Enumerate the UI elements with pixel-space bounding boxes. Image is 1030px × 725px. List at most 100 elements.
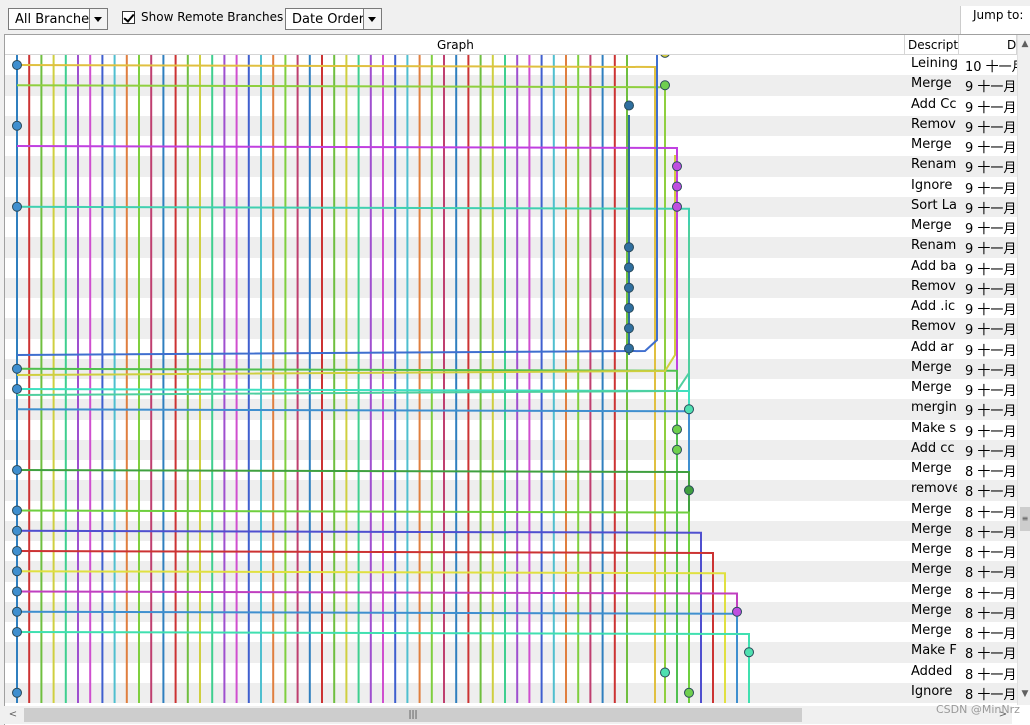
commit-node[interactable] — [12, 505, 22, 516]
commit-node[interactable] — [624, 303, 634, 313]
column-header-date-label: D — [1007, 38, 1017, 52]
commit-description: Merge — [911, 501, 952, 517]
commit-node[interactable] — [660, 55, 670, 58]
commit-date: 9 十一月 — [965, 384, 1017, 399]
commit-node[interactable] — [12, 525, 22, 536]
commit-node[interactable] — [624, 242, 634, 253]
scroll-left-icon[interactable]: < — [6, 708, 20, 722]
horizontal-scrollbar[interactable]: < ||| > — [4, 706, 1012, 724]
commit-date: 8 十一月 — [965, 667, 1017, 683]
branch-select[interactable]: All Branches — [8, 8, 108, 30]
commit-description: Make F — [911, 643, 957, 659]
chevron-down-icon[interactable] — [363, 9, 381, 29]
commit-node[interactable] — [684, 687, 694, 698]
commit-node[interactable] — [12, 586, 22, 597]
scroll-thumb-horizontal[interactable]: ||| — [24, 708, 802, 722]
commit-description: Ignore — [911, 683, 953, 699]
commit-node[interactable] — [624, 262, 634, 273]
commit-date: 9 十一月 — [965, 424, 1017, 440]
commit-node[interactable] — [672, 181, 682, 192]
commit-date: 9 十一月 — [965, 262, 1017, 278]
commit-date: 9 十一月 — [965, 222, 1017, 237]
commit-node[interactable] — [624, 282, 634, 293]
column-header-date[interactable]: D — [959, 35, 1017, 55]
commit-date: 8 十一月 — [965, 546, 1017, 561]
commit-node[interactable] — [624, 323, 634, 334]
show-remote-checkbox[interactable] — [122, 11, 135, 24]
commit-date: 9 十一月 — [965, 404, 1017, 420]
commit-node[interactable] — [12, 687, 22, 698]
commit-description: remove — [911, 481, 957, 497]
commit-node[interactable] — [12, 465, 22, 475]
commit-description: Renam — [911, 238, 957, 254]
commit-node[interactable] — [12, 627, 22, 637]
scroll-thumb[interactable]: ≡ — [1020, 507, 1030, 531]
commit-node[interactable] — [12, 546, 22, 556]
commit-node[interactable] — [672, 444, 682, 455]
commit-date: 8 十一月 — [965, 505, 1017, 521]
jump-to-label: Jump to: — [973, 8, 1024, 22]
commit-description: Merge — [911, 582, 952, 598]
order-select[interactable]: Date Order — [285, 8, 382, 30]
branch-select-value: All Branches — [15, 12, 96, 27]
commit-date: 8 十一月 — [965, 465, 1017, 480]
commit-date: 9 十一月 — [965, 201, 1017, 217]
commit-node[interactable] — [624, 100, 634, 111]
commit-description: Add cc — [911, 440, 955, 456]
commit-node[interactable] — [12, 120, 22, 131]
commit-description: Add ar — [911, 339, 954, 355]
commit-date: 9 十一月 — [965, 444, 1017, 460]
commit-node[interactable] — [660, 80, 670, 91]
commit-date: 8 十一月 — [965, 566, 1017, 582]
commit-date: 9 十一月 — [965, 363, 1017, 379]
commit-date: 8 十一月 — [965, 606, 1017, 622]
scroll-up-icon[interactable]: ▲ — [1018, 37, 1030, 51]
commit-description: Merge — [911, 359, 952, 375]
commit-node[interactable] — [12, 363, 22, 374]
commit-node[interactable] — [732, 606, 742, 617]
commit-node[interactable] — [12, 566, 22, 577]
commit-date: 9 十一月 — [965, 141, 1017, 156]
commit-description: Merge — [911, 76, 952, 92]
commit-description: Merge — [911, 521, 952, 537]
scroll-down-icon[interactable]: ▼ — [1018, 687, 1030, 701]
commit-date: 8 十一月 — [965, 485, 1017, 501]
commit-node[interactable] — [12, 606, 22, 617]
commit-description: Merge — [911, 461, 952, 476]
commit-description: Renam — [911, 157, 957, 173]
commit-node[interactable] — [12, 384, 22, 394]
merge-line — [16, 205, 690, 703]
commit-graph — [12, 55, 754, 703]
commit-description: Make s — [911, 420, 957, 436]
merge-line — [16, 64, 656, 703]
commit-node[interactable] — [12, 201, 22, 212]
merge-line — [16, 590, 738, 703]
commit-node[interactable] — [12, 60, 22, 70]
commit-node[interactable] — [684, 404, 694, 415]
commit-date: 9 十一月 — [965, 242, 1017, 258]
commit-node[interactable] — [684, 485, 694, 496]
commit-rows: Leining 10 十一月 Merge 9 十一月 Add Cc 9 十一月 Remov 9… — [5, 55, 1017, 703]
merge-line — [16, 55, 658, 356]
commit-node[interactable] — [672, 161, 682, 172]
commit-node[interactable] — [672, 424, 682, 435]
commit-date: 9 十一月 — [965, 323, 1017, 339]
merge-line — [16, 509, 690, 703]
commit-node[interactable] — [744, 647, 754, 658]
chevron-down-icon[interactable] — [89, 9, 107, 29]
commit-node[interactable] — [660, 667, 670, 678]
commit-node[interactable] — [624, 343, 634, 354]
commit-description: Add Cc — [911, 96, 957, 112]
commit-node[interactable] — [672, 201, 682, 212]
column-header-description[interactable]: Descript — [905, 35, 959, 55]
commit-date: 9 十一月 — [965, 120, 1017, 136]
toolbar: All Branches Show Remote Branches Date O… — [0, 0, 1030, 34]
commit-description: Merge — [911, 218, 952, 233]
vertical-scrollbar[interactable]: ▲ ≡ ▼ — [1017, 35, 1030, 705]
commit-description: Remov — [911, 319, 956, 335]
column-header-graph[interactable]: Graph — [5, 35, 905, 55]
watermark: CSDN @MinNrz — [936, 703, 1020, 716]
commit-description: Merge — [911, 137, 952, 152]
commit-date: 8 十一月 — [965, 627, 1017, 642]
commit-date: 9 十一月 — [965, 100, 1017, 116]
